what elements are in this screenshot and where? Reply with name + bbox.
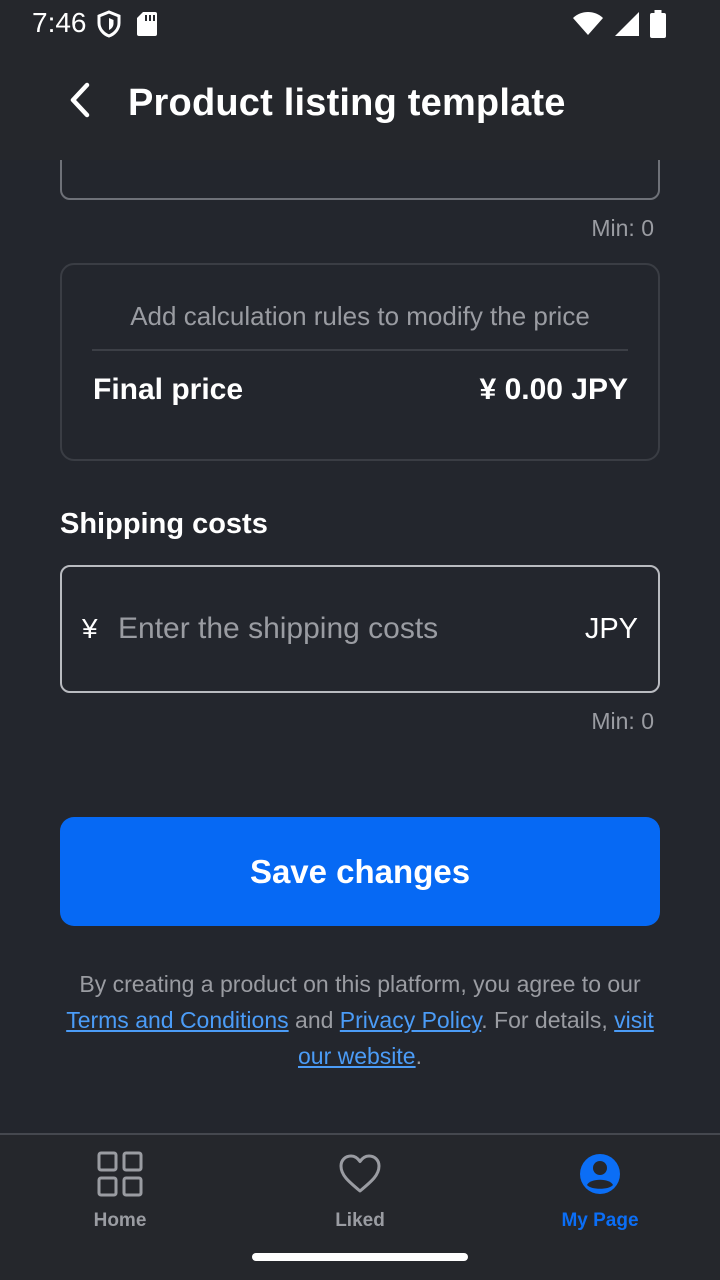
nav-label-my-page: My Page (561, 1210, 639, 1231)
wifi-icon (572, 11, 604, 42)
signal-icon (614, 11, 640, 42)
legal-notice: By creating a product on this platform, … (60, 966, 660, 1074)
shipping-costs-title: Shipping costs (60, 508, 268, 540)
page-title: Product listing template (128, 82, 566, 124)
status-time: 7:46 (32, 7, 87, 38)
legal-suffix: . (415, 1043, 422, 1069)
nav-item-home[interactable]: Home (0, 1151, 240, 1232)
app-bar: Product listing template (0, 48, 720, 160)
status-bar: 7:46 (0, 0, 720, 48)
legal-and: and (288, 1007, 340, 1033)
bottom-nav: Home Liked My Page (0, 1133, 720, 1280)
price-min-label: Min: 0 (591, 215, 654, 241)
shipping-min-label: Min: 0 (591, 708, 654, 734)
back-button[interactable] (58, 80, 102, 124)
nav-label-liked: Liked (335, 1210, 385, 1231)
nav-item-liked[interactable]: Liked (240, 1151, 480, 1232)
sd-card-icon (136, 11, 158, 42)
price-input[interactable] (60, 160, 660, 200)
price-summary-card: Add calculation rules to modify the pric… (60, 263, 660, 461)
final-price-label: Final price (93, 373, 244, 406)
shield-icon (96, 10, 122, 43)
grid-icon (97, 1151, 143, 1202)
legal-details: . For details, (481, 1007, 615, 1033)
user-circle-icon (577, 1151, 623, 1202)
legal-prefix: By creating a product on this platform, … (79, 971, 641, 997)
terms-link[interactable]: Terms and Conditions (66, 1007, 288, 1033)
shipping-costs-field[interactable]: ¥ JPY (60, 565, 660, 693)
currency-code: JPY (584, 613, 638, 645)
shipping-costs-input[interactable] (118, 607, 518, 651)
heart-icon (338, 1151, 382, 1202)
nav-label-home: Home (93, 1210, 147, 1231)
calculation-rules-hint[interactable]: Add calculation rules to modify the pric… (62, 301, 658, 332)
chevron-left-icon (67, 82, 93, 123)
battery-icon (650, 10, 666, 43)
final-price-value: ¥ 0.00 JPY (479, 373, 628, 406)
divider (92, 349, 628, 351)
privacy-link[interactable]: Privacy Policy (340, 1007, 481, 1033)
nav-item-my-page[interactable]: My Page (480, 1151, 720, 1232)
save-button[interactable]: Save changes (60, 817, 660, 926)
status-right-icons (572, 10, 666, 43)
home-indicator[interactable] (252, 1253, 468, 1261)
currency-symbol: ¥ (82, 613, 98, 644)
form-content[interactable]: Min: 0 Add calculation rules to modify t… (0, 160, 720, 1134)
status-left-icons (96, 10, 158, 43)
